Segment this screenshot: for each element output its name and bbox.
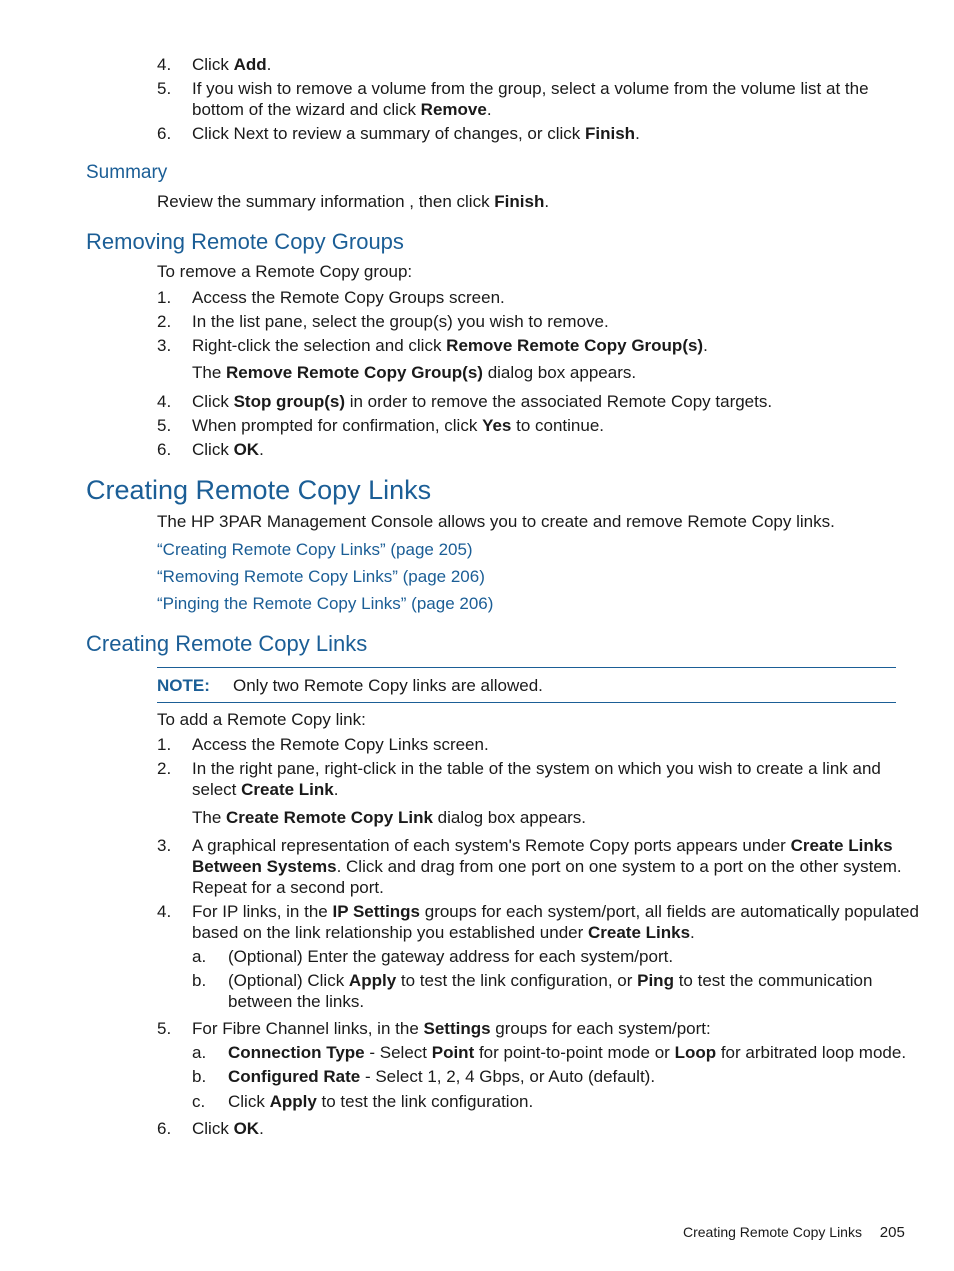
step-number: 3. [157,336,172,355]
substep-letter: a. [192,947,207,966]
creating-links-intro: The HP 3PAR Management Console allows yo… [157,512,835,531]
step-number: 6. [157,1119,172,1138]
step-number: 3. [157,836,172,855]
step-text: Repeat for a second port. [192,878,384,897]
substep-letter: b. [192,971,207,990]
creating-links-sub-heading: Creating Remote Copy Links [86,631,368,656]
removing-groups-intro: To remove a Remote Copy group: [157,262,413,281]
step-text: select Create Link. [192,780,339,799]
step-number: 2. [157,759,172,778]
step-text: Click OK. [192,1119,264,1138]
page-number: 205 [879,1224,905,1241]
substep-text: Click Apply to test the link configurati… [228,1092,534,1111]
step-text: For IP links, in the IP Settings groups … [192,902,919,921]
link-removing-remote-copy-links[interactable]: “Removing Remote Copy Links” (page 206) [157,567,485,587]
step-number: 1. [157,735,172,754]
substep-text: Configured Rate - Select 1, 2, 4 Gbps, o… [228,1067,656,1086]
step-number: 4. [157,392,172,411]
step-number: 5. [157,416,172,435]
substep-text: (Optional) Enter the gateway address for… [228,947,674,966]
step-number: 1. [157,288,172,307]
step-text: Click Next to review a summary of change… [192,124,640,143]
add-link-intro: To add a Remote Copy link: [157,710,366,729]
link-creating-remote-copy-links[interactable]: “Creating Remote Copy Links” (page 205) [157,540,473,560]
step-text: When prompted for confirmation, click Ye… [192,416,604,435]
step-number: 5. [157,79,172,98]
step-text: Click Add. [192,55,272,74]
step-text: For Fibre Channel links, in the Settings… [192,1019,711,1038]
step-text: Click Stop group(s) in order to remove t… [192,392,773,411]
step-text: A graphical representation of each syste… [192,836,893,855]
step-text: Access the Remote Copy Groups screen. [192,288,505,307]
substep-letter: a. [192,1043,207,1062]
substep-text: between the links. [228,992,365,1011]
step-text: based on the link relationship you estab… [192,923,695,942]
step-number: 2. [157,312,172,331]
substep-letter: c. [192,1092,206,1111]
step-text: In the right pane, right-click in the ta… [192,759,881,778]
step-number: 4. [157,55,172,74]
footer: Creating Remote Copy Links 205 [683,1224,905,1241]
creating-links-main-heading: Creating Remote Copy Links [86,475,432,505]
step-number: 6. [157,440,172,459]
step-number: 4. [157,902,172,921]
step-text: Right-click the selection and click Remo… [192,336,708,355]
step-text: Access the Remote Copy Links screen. [192,735,489,754]
removing-groups-heading: Removing Remote Copy Groups [86,229,404,254]
step-text: If you wish to remove a volume from the … [192,79,869,98]
step-number: 6. [157,124,172,143]
note-label: NOTE: [157,676,210,695]
step-number: 5. [157,1019,172,1038]
step-text: Between Systems. Click and drag from one… [192,857,902,876]
substep-letter: b. [192,1067,207,1086]
step-text: In the list pane, select the group(s) yo… [192,312,609,331]
substep-text: Connection Type - Select Point for point… [228,1043,907,1062]
note-bottom-rule [157,702,896,703]
summary-text: Review the summary information , then cl… [157,192,550,211]
step-note: The Remove Remote Copy Group(s) dialog b… [192,363,637,382]
note-top-rule [157,667,896,668]
step-note: The Create Remote Copy Link dialog box a… [192,808,587,827]
link-pinging-remote-copy-links[interactable]: “Pinging the Remote Copy Links” (page 20… [157,594,493,614]
step-text: bottom of the wizard and click Remove. [192,100,492,119]
substep-text: (Optional) Click Apply to test the link … [228,971,873,990]
summary-heading: Summary [86,162,168,183]
footer-section-title: Creating Remote Copy Links [683,1224,862,1240]
step-text: Click OK. [192,440,264,459]
note-text: Only two Remote Copy links are allowed. [233,676,543,695]
